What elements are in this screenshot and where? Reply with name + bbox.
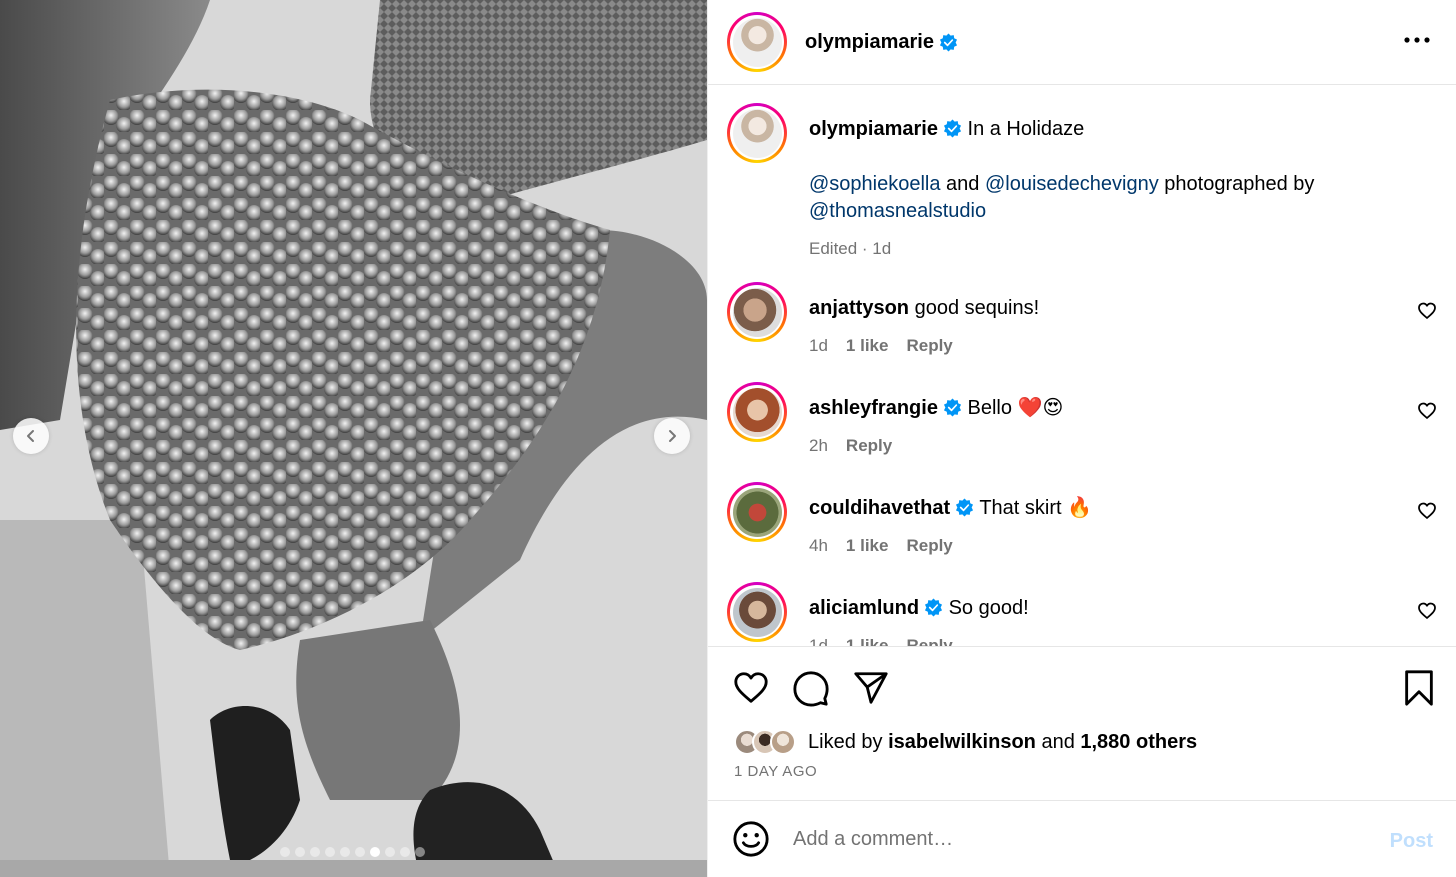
comment-time[interactable]: 1d: [809, 632, 828, 646]
comment-text: So good!: [948, 597, 1029, 619]
commenter-avatar[interactable]: [727, 282, 787, 342]
carousel-dot: [340, 847, 350, 857]
comment-text: Bello ❤️😍: [967, 397, 1064, 419]
carousel-indicator: [280, 847, 425, 857]
likes-middle: and: [1035, 730, 1081, 753]
post-dialog: olympiamarie olympiamarie In a Holidaze …: [0, 0, 1456, 877]
post-media[interactable]: [0, 0, 707, 877]
bookmark-icon[interactable]: [1400, 669, 1438, 707]
carousel-dot: [415, 847, 425, 857]
caption-photographed-by: photographed by: [1158, 173, 1315, 195]
commenter-username[interactable]: ashleyfrangie: [809, 397, 938, 419]
verified-badge-icon: [956, 498, 974, 517]
liker-username[interactable]: isabelwilkinson: [888, 731, 1036, 753]
next-photo-button[interactable]: [654, 418, 690, 454]
mention-link[interactable]: @sophiekoella: [809, 173, 941, 195]
commenter-username[interactable]: aliciamlund: [809, 597, 919, 619]
caption-username[interactable]: olympiamarie: [809, 118, 938, 140]
caption-text: In a Holidaze: [967, 118, 1085, 140]
comment-time[interactable]: 1d: [809, 332, 828, 359]
comment-like-count[interactable]: 1 like: [846, 332, 889, 359]
carousel-dot: [400, 847, 410, 857]
more-options-button[interactable]: [1403, 28, 1431, 52]
comment-composer: Post: [708, 800, 1456, 877]
posted-time[interactable]: 1 DAY AGO: [734, 763, 817, 780]
emoji-icon[interactable]: [732, 820, 770, 858]
commenter-avatar[interactable]: [727, 482, 787, 542]
caption-and: and: [940, 173, 985, 195]
commenter-avatar[interactable]: [727, 582, 787, 642]
reply-button[interactable]: Reply: [906, 632, 952, 646]
verified-badge-icon: [943, 119, 962, 138]
comment-icon[interactable]: [792, 669, 830, 707]
likes-summary[interactable]: Liked by isabelwilkinson and 1,880 other…: [734, 729, 1197, 755]
chevron-right-icon: [669, 430, 676, 442]
likes-others[interactable]: 1,880 others: [1080, 731, 1197, 753]
heart-icon[interactable]: [732, 669, 770, 707]
carousel-dot: [385, 847, 395, 857]
heart-icon[interactable]: [1417, 501, 1437, 521]
comments-list[interactable]: olympiamarie In a Holidaze @sophiekoella…: [708, 86, 1456, 646]
liker-avatar: [770, 729, 796, 755]
action-bar: Liked by isabelwilkinson and 1,880 other…: [708, 646, 1456, 801]
author-avatar[interactable]: [727, 103, 787, 163]
reply-button[interactable]: Reply: [846, 432, 892, 459]
caption-meta: Edited · 1d: [809, 239, 892, 258]
commenter-avatar[interactable]: [727, 382, 787, 442]
heart-icon[interactable]: [1417, 301, 1437, 321]
likes-text: Liked by isabelwilkinson and 1,880 other…: [808, 731, 1197, 754]
comment-time[interactable]: 4h: [809, 532, 828, 559]
more-options-icon: [1404, 37, 1430, 43]
reply-button[interactable]: Reply: [906, 332, 952, 359]
verified-badge-icon: [924, 598, 943, 617]
comment-input[interactable]: [793, 827, 1373, 851]
likes-prefix: Liked by: [808, 730, 889, 753]
comment-like-count[interactable]: 1 like: [846, 632, 889, 646]
carousel-dot: [355, 847, 365, 857]
carousel-dot: [310, 847, 320, 857]
comment-time[interactable]: 2h: [809, 432, 828, 459]
chevron-left-icon: [27, 430, 34, 442]
carousel-dot: [370, 847, 380, 857]
carousel-dot: [280, 847, 290, 857]
commenter-username[interactable]: anjattyson: [809, 297, 909, 319]
heart-icon[interactable]: [1417, 401, 1437, 421]
heart-icon[interactable]: [1417, 601, 1437, 621]
post-photo: [0, 0, 707, 877]
commenter-username[interactable]: couldihavethat: [809, 497, 950, 519]
post-side-panel: olympiamarie olympiamarie In a Holidaze …: [707, 0, 1456, 877]
mention-link[interactable]: @louisedechevigny: [985, 173, 1159, 195]
author-username[interactable]: olympiamarie: [805, 31, 934, 54]
comment-text: That skirt 🔥: [979, 497, 1093, 519]
post-header: olympiamarie: [708, 0, 1456, 85]
verified-badge-icon: [939, 32, 958, 52]
post-comment-button[interactable]: Post: [1390, 830, 1433, 853]
carousel-dot: [325, 847, 335, 857]
comment-like-count[interactable]: 1 like: [846, 532, 889, 559]
mention-link[interactable]: @thomasnealstudio: [809, 200, 986, 222]
send-icon[interactable]: [852, 669, 890, 707]
reply-button[interactable]: Reply: [906, 532, 952, 559]
comment-text: good sequins!: [914, 297, 1040, 319]
author-avatar[interactable]: [727, 12, 787, 72]
verified-badge-icon: [943, 398, 962, 417]
previous-photo-button[interactable]: [13, 418, 49, 454]
carousel-dot: [295, 847, 305, 857]
